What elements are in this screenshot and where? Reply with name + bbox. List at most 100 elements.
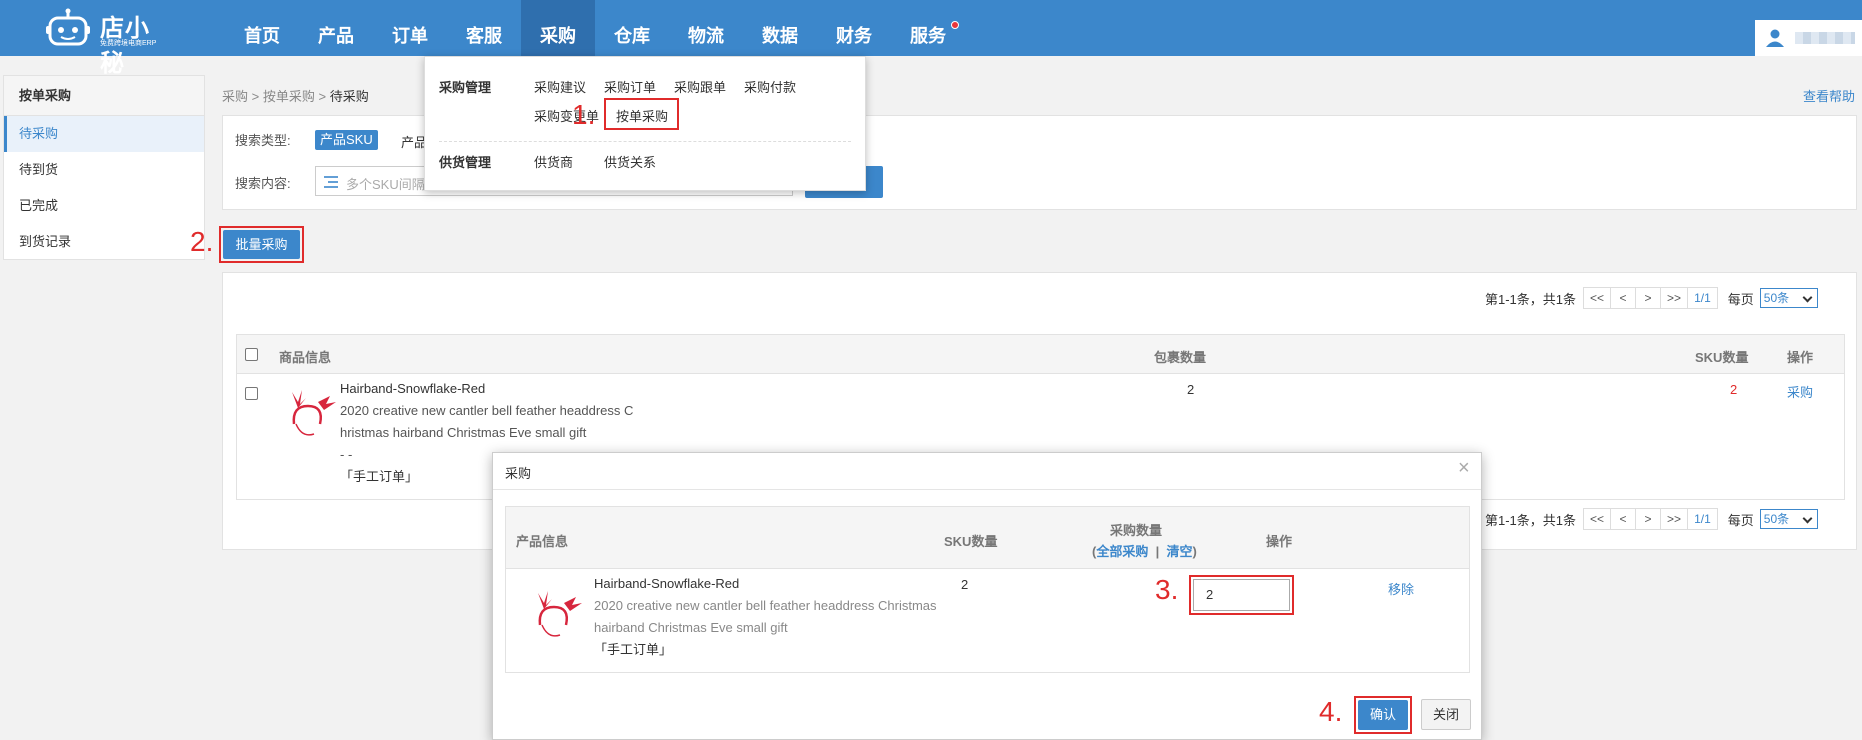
product-title: Hairband-Snowflake-Red [340, 381, 486, 396]
breadcrumb-separator: > [251, 89, 260, 104]
sidebar-item-pending-purchase[interactable]: 待采购 [4, 116, 204, 152]
select-all-checkbox[interactable] [245, 348, 258, 361]
help-link[interactable]: 查看帮助 [1803, 86, 1855, 105]
breadcrumb-item[interactable]: 按单采购 [263, 89, 315, 104]
pager-last-button[interactable]: >> [1660, 508, 1689, 530]
batch-purchase-button[interactable]: 批量采购 [223, 230, 300, 259]
sidebar-item-pending-arrival[interactable]: 待到货 [4, 152, 204, 188]
pager-first-button[interactable]: << [1583, 508, 1612, 530]
product-desc-line: 2020 creative new cantler bell feather h… [594, 598, 937, 613]
search-type-product-sku[interactable]: 产品SKU [315, 130, 378, 150]
search-content-label: 搜索内容: [235, 176, 291, 191]
top-nav-bar: 店小秘 免费跨境电商ERP 首页 产品 订单 客服 采购 仓库 物流 数据 财务… [0, 0, 1862, 77]
per-page-select[interactable]: 50条 [1759, 288, 1818, 308]
package-qty-value: 2 [1187, 382, 1195, 397]
pager-page-indicator: 1/1 [1687, 508, 1718, 530]
product-desc-line: hristmas hairband Christmas Eve small gi… [340, 425, 587, 440]
pager-last-button[interactable]: >> [1660, 287, 1689, 309]
breadcrumb-separator: > [318, 89, 327, 104]
logo[interactable]: 店小秘 免费跨境电商ERP [44, 6, 174, 77]
search-placeholder: 多个SKU间隔 [346, 177, 425, 192]
pager-next-button[interactable]: > [1635, 287, 1662, 309]
menu-item-purchase-payment[interactable]: 采购付款 [744, 77, 796, 96]
menu-group-supply-management: 供货管理 [439, 155, 492, 170]
purchase-action-link[interactable]: 采购 [1787, 382, 1813, 401]
product-desc-line: hairband Christmas Eve small gift [594, 620, 788, 635]
close-button[interactable]: 关闭 [1421, 699, 1471, 730]
nav-item-finance[interactable]: 财务 [817, 0, 891, 56]
purchase-all-link[interactable]: 全部采购 [1096, 544, 1148, 559]
brand-tagline: 免费跨境电商ERP [100, 40, 157, 47]
menu-item-purchase-order[interactable]: 采购订单 [604, 77, 656, 96]
step-label-2: 2. [190, 226, 214, 257]
purchase-qty-input[interactable]: 2 [1193, 579, 1290, 611]
modal-divider [493, 489, 1481, 490]
user-menu[interactable] [1755, 20, 1862, 56]
multi-line-icon [324, 176, 338, 188]
nav-item-purchase[interactable]: 采购 [521, 0, 595, 56]
remove-link[interactable]: 移除 [1388, 579, 1414, 598]
nav-item-data[interactable]: 数据 [743, 0, 817, 56]
pager-page-indicator: 1/1 [1687, 287, 1718, 309]
menu-divider [439, 141, 851, 142]
pager-first-button[interactable]: << [1583, 287, 1612, 309]
per-page-label: 每页 [1727, 512, 1754, 528]
modal-qty-actions: (全部采购 | 清空) [1092, 544, 1197, 559]
modal-title: 采购 [505, 466, 532, 481]
nav-item-product[interactable]: 产品 [299, 0, 373, 56]
close-icon[interactable]: × [1458, 457, 1470, 480]
menu-item-purchase-tracking[interactable]: 采购跟单 [674, 77, 726, 96]
nav-item-customer-service[interactable]: 客服 [447, 0, 521, 56]
sidebar-item-completed[interactable]: 已完成 [4, 188, 204, 224]
product-image [538, 591, 582, 637]
col-package-qty: 包裹数量 [1154, 350, 1207, 365]
modal-col-sku-qty: SKU数量 [944, 534, 998, 549]
confirm-button[interactable]: 确认 [1358, 700, 1408, 730]
table-header: 商品信息 包裹数量 SKU数量 操作 [236, 334, 1845, 374]
per-page-select[interactable]: 50条 [1759, 509, 1818, 529]
col-action: 操作 [1787, 350, 1814, 365]
modal-table-row: Hairband-Snowflake-Red 2020 creative new… [505, 569, 1470, 673]
product-tag: 「手工订单」 [594, 642, 673, 657]
modal-product-info: Hairband-Snowflake-Red 2020 creative new… [594, 573, 937, 661]
breadcrumb-current: 待采购 [329, 89, 369, 104]
modal-col-product: 产品信息 [516, 534, 569, 549]
menu-item-supply-relation[interactable]: 供货关系 [604, 152, 656, 171]
nav-item-logistics[interactable]: 物流 [669, 0, 743, 56]
left-sidebar: 按单采购 待采购 待到货 已完成 到货记录 [3, 75, 205, 260]
menu-group-purchase-management: 采购管理 [439, 80, 492, 95]
nav-item-order[interactable]: 订单 [373, 0, 447, 56]
modal-sku-qty-value: 2 [961, 577, 969, 592]
user-name-blurred [1795, 32, 1855, 44]
pager-prev-button[interactable]: < [1610, 287, 1637, 309]
clear-link[interactable]: 清空 [1166, 544, 1192, 559]
sidebar-title: 按单采购 [4, 76, 204, 116]
nav-item-warehouse[interactable]: 仓库 [595, 0, 669, 56]
sidebar-item-arrival-records[interactable]: 到货记录 [4, 224, 204, 260]
sku-qty-value: 2 [1730, 382, 1738, 397]
nav-item-home[interactable]: 首页 [225, 0, 299, 56]
pager-prev-button[interactable]: < [1610, 508, 1637, 530]
product-title: Hairband-Snowflake-Red [594, 576, 740, 591]
menu-item-purchase-suggestion[interactable]: 采购建议 [534, 77, 586, 96]
notification-dot [951, 21, 959, 29]
robot-logo-icon [46, 8, 90, 46]
purchase-modal: 采购 × 产品信息 SKU数量 采购数量 (全部采购 | 清空) 操作 Hair… [492, 452, 1482, 740]
breadcrumb-item[interactable]: 采购 [222, 89, 248, 104]
product-desc-line: 2020 creative new cantler bell feather h… [340, 403, 634, 418]
row-checkbox[interactable] [245, 387, 258, 400]
step-label-4: 4. [1319, 696, 1343, 727]
pager-bottom: 第1-1条，共1条 << < > >> 1/1 每页 50条 [1485, 508, 1818, 530]
breadcrumb: 采购 > 按单采购 > 待采购 [222, 86, 369, 105]
search-type-label: 搜索类型: [235, 133, 291, 148]
pager-summary: 第1-1条，共1条 [1485, 512, 1577, 528]
modal-col-action: 操作 [1266, 534, 1293, 549]
product-image [292, 390, 336, 436]
col-sku-qty: SKU数量 [1695, 350, 1749, 365]
col-product-info: 商品信息 [279, 350, 332, 365]
pager-summary: 第1-1条，共1条 [1485, 291, 1577, 307]
pager-next-button[interactable]: > [1635, 508, 1662, 530]
pager-top: 第1-1条，共1条 << < > >> 1/1 每页 50条 [1485, 287, 1818, 309]
step-label-1: 1. [572, 99, 596, 130]
menu-item-supplier[interactable]: 供货商 [534, 152, 573, 171]
